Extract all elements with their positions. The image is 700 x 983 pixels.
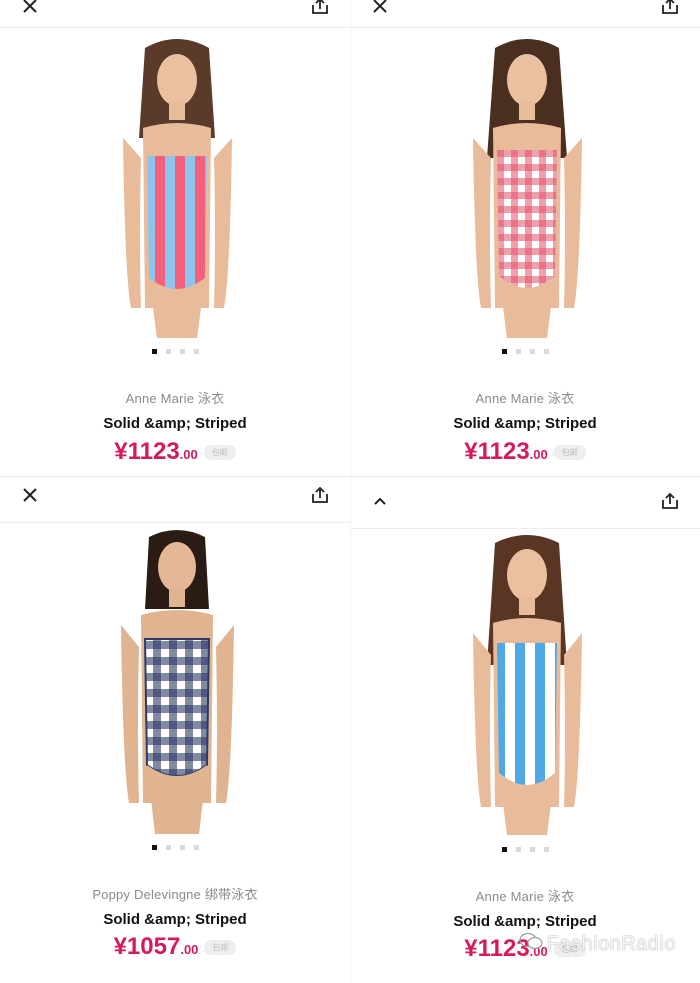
close-icon[interactable] — [18, 483, 42, 507]
carousel-dot[interactable] — [543, 349, 549, 354]
carousel-dot[interactable] — [151, 845, 157, 850]
price-row: ¥1123.00 包邮 — [0, 438, 350, 466]
product-brand: Poppy Delevingne 绑带泳衣 — [92, 887, 258, 902]
product-price: ¥1123.00 — [464, 438, 548, 465]
watermark-text: FashionRadio — [546, 932, 676, 955]
product-name: Solid &amp; Striped — [103, 911, 247, 928]
top-bar — [0, 0, 350, 28]
carousel-dot[interactable] — [515, 847, 521, 852]
share-icon[interactable] — [658, 489, 682, 513]
share-icon[interactable] — [308, 483, 332, 507]
price-row: ¥1123.00 包邮 — [350, 438, 700, 466]
carousel-dot[interactable] — [193, 845, 199, 850]
top-bar — [0, 477, 350, 523]
product-card-1: Anne Marie 泳衣 Solid &amp; Striped ¥1123.… — [0, 0, 350, 476]
carousel-dot[interactable] — [179, 349, 185, 354]
shipping-tag: 包邮 — [553, 445, 586, 460]
share-icon[interactable] — [308, 0, 332, 18]
product-name: Solid &amp; Striped — [453, 913, 597, 930]
close-icon[interactable] — [18, 0, 42, 18]
carousel-dot[interactable] — [151, 349, 157, 354]
carousel-dots[interactable] — [350, 349, 700, 354]
carousel-dot[interactable] — [165, 845, 171, 850]
carousel-dot[interactable] — [193, 349, 199, 354]
price-row: ¥1057.00 包邮 — [0, 933, 350, 961]
product-name: Solid &amp; Striped — [453, 415, 597, 432]
chevron-up-icon[interactable] — [368, 489, 392, 513]
column-divider — [350, 0, 351, 983]
carousel-dot[interactable] — [515, 349, 521, 354]
product-photo[interactable] — [455, 535, 600, 835]
product-photo[interactable] — [105, 38, 250, 338]
product-photo[interactable] — [455, 38, 600, 338]
watermark: FashionRadio — [518, 931, 676, 957]
carousel-dot[interactable] — [179, 845, 185, 850]
carousel-dot[interactable] — [501, 349, 507, 354]
top-bar — [350, 483, 700, 529]
product-brand: Anne Marie 泳衣 — [475, 391, 575, 406]
product-price: ¥1057.00 — [113, 933, 199, 960]
carousel-dots[interactable] — [0, 349, 350, 354]
product-brand: Anne Marie 泳衣 — [475, 889, 575, 904]
product-brand: Anne Marie 泳衣 — [125, 391, 225, 406]
product-card-3: Poppy Delevingne 绑带泳衣 Solid &amp; Stripe… — [0, 477, 350, 983]
product-name: Solid &amp; Striped — [103, 415, 247, 432]
carousel-dots[interactable] — [0, 845, 350, 850]
shipping-tag: 包邮 — [204, 940, 237, 955]
product-photo[interactable] — [105, 529, 250, 834]
carousel-dot[interactable] — [165, 349, 171, 354]
shipping-tag: 包邮 — [203, 445, 236, 460]
carousel-dot[interactable] — [529, 349, 535, 354]
wechat-icon — [518, 931, 543, 957]
row-divider — [0, 476, 700, 477]
close-icon[interactable] — [368, 0, 392, 18]
product-card-2: Anne Marie 泳衣 Solid &amp; Striped ¥1123.… — [350, 0, 700, 476]
top-bar — [350, 0, 700, 28]
share-icon[interactable] — [658, 0, 682, 18]
carousel-dot[interactable] — [501, 847, 507, 852]
carousel-dots[interactable] — [350, 847, 700, 852]
carousel-dot[interactable] — [529, 847, 535, 852]
product-card-4: Anne Marie 泳衣 Solid &amp; Striped ¥1123.… — [350, 483, 700, 983]
carousel-dot[interactable] — [543, 847, 549, 852]
product-price: ¥1123.00 — [114, 438, 198, 465]
